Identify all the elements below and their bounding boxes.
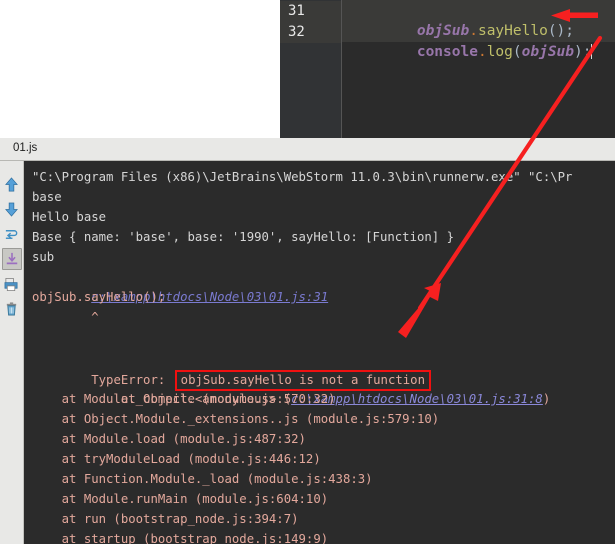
blank-page-background: 31 32 objSub.sayHello(); console.log(obj… — [0, 0, 615, 138]
console-side-toolbar — [0, 161, 24, 544]
print-icon[interactable] — [2, 273, 22, 295]
console-line-file-link[interactable]: c:\xampp\htdocs\Node\03\01.js:31 — [32, 267, 615, 304]
run-console-window: 01.js "C:\Program Files (x86)\JetBrains\… — [0, 138, 615, 544]
code-line-31[interactable]: objSub.sayHello(); — [342, 0, 615, 39]
scroll-down-icon[interactable] — [2, 198, 22, 220]
scroll-up-icon[interactable] — [2, 173, 22, 195]
console-line-stack: at Module.load (module.js:487:32) — [32, 432, 306, 446]
console-line: base — [32, 190, 62, 204]
token-punctuation: (); — [547, 23, 575, 39]
error-message-highlight: objSub.sayHello is not a function — [174, 370, 431, 391]
editor-line-number-gutter[interactable]: 31 32 — [280, 0, 342, 138]
console-line-stack: at Module.runMain (module.js:604:10) — [32, 492, 329, 506]
soft-wrap-icon[interactable] — [2, 223, 22, 245]
tab-01js[interactable]: 01.js — [7, 141, 43, 155]
soft-wrap-icon-svg — [5, 229, 18, 239]
token-identifier-objsub: objSub — [521, 44, 575, 60]
console-line: Hello base — [32, 210, 107, 224]
console-line: Base { name: 'base', base: '1990', sayHe… — [32, 230, 454, 244]
console-line-stack: at startup (bootstrap_node.js:149:9) — [32, 532, 329, 544]
console-line-stack: at Object.Module._extensions..js (module… — [32, 412, 440, 426]
line-number: 31 — [280, 1, 341, 22]
console-output-text[interactable]: "C:\Program Files (x86)\JetBrains\WebSto… — [24, 161, 615, 544]
console-body: "C:\Program Files (x86)\JetBrains\WebSto… — [0, 161, 615, 544]
clear-all-trash-icon[interactable] — [2, 298, 22, 320]
token-method-sayhello: sayHello — [477, 23, 548, 39]
stack-frame-suffix: ) — [542, 392, 551, 406]
console-line-stack: at tryModuleLoad (module.js:446:12) — [32, 452, 321, 466]
console-line: sub — [32, 250, 55, 264]
token-dot: . — [477, 44, 487, 60]
console-line-stack: at Function.Module._load (module.js:438:… — [32, 472, 373, 486]
scroll-down-icon-svg — [5, 202, 18, 217]
token-close-paren-semicolon: ); — [574, 44, 592, 60]
editor-code-area[interactable]: objSub.sayHello(); console.log(objSub); — [342, 0, 615, 138]
scroll-to-end-icon-svg — [6, 252, 17, 265]
token-identifier-objsub: objSub — [416, 23, 470, 39]
token-object-console: console — [416, 44, 478, 60]
console-tab-bar: 01.js — [0, 138, 615, 161]
token-dot: . — [469, 23, 478, 39]
scroll-up-icon-svg — [5, 176, 18, 191]
scroll-to-end-icon[interactable] — [1, 248, 22, 270]
token-open-paren: ( — [512, 44, 522, 60]
console-line-stack: at run (bootstrap_node.js:394:7) — [32, 512, 299, 526]
typeerror-prefix: TypeError: — [91, 373, 173, 387]
console-line-caret-pointer: ^ — [32, 310, 99, 324]
code-editor-pane: 31 32 objSub.sayHello(); console.log(obj… — [280, 0, 615, 138]
console-line-command: "C:\Program Files (x86)\JetBrains\WebSto… — [32, 170, 573, 184]
line-number: 32 — [280, 22, 341, 43]
clear-all-trash-icon-svg — [6, 302, 17, 316]
text-caret — [591, 44, 593, 59]
print-icon-svg — [4, 277, 18, 291]
token-method-log: log — [486, 44, 513, 60]
console-line-typeerror: TypeError: objSub.sayHello is not a func… — [32, 347, 615, 391]
